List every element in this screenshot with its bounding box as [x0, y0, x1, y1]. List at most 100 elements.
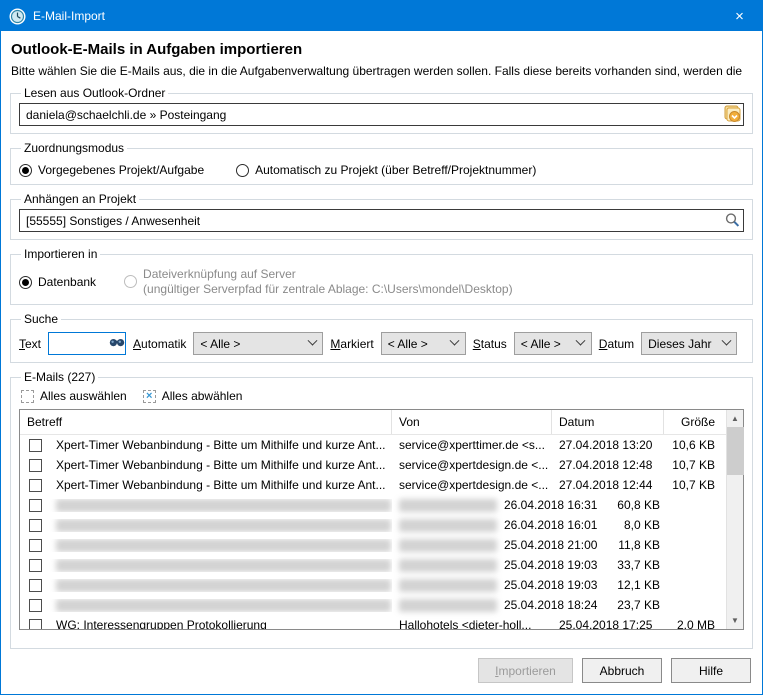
radio-circle[interactable]	[236, 164, 249, 177]
radio-circle	[124, 275, 137, 288]
row-checkbox[interactable]	[29, 599, 42, 612]
cell-groesse: 23,7 KB	[609, 598, 670, 612]
column-header-groesse[interactable]: Größe	[664, 410, 725, 434]
search-text-label: Text	[19, 337, 41, 351]
table-row[interactable]: 25.04.2018 19:03 33,7 KB	[20, 555, 726, 575]
status-value: < Alle >	[521, 337, 571, 351]
group-suche-label: Suche	[21, 312, 61, 326]
cell-datum: 27.04.2018 13:20	[552, 438, 664, 452]
select-all-label: Alles auswählen	[40, 389, 127, 403]
row-checkbox[interactable]	[29, 479, 42, 492]
page-subtitle: Bitte wählen Sie die E-Mails aus, die in…	[11, 64, 752, 78]
close-icon[interactable]: ×	[717, 1, 762, 31]
table-row[interactable]: 25.04.2018 18:24 23,7 KB	[20, 595, 726, 615]
datum-select[interactable]: Dieses Jahr	[641, 332, 737, 355]
cell-datum: 26.04.2018 16:01	[497, 518, 609, 532]
binoculars-icon[interactable]	[109, 336, 125, 351]
row-checkbox[interactable]	[29, 579, 42, 592]
table-row[interactable]: 26.04.2018 16:31 60,8 KB	[20, 495, 726, 515]
chevron-down-icon	[571, 333, 591, 354]
table-row[interactable]: 25.04.2018 21:00 11,8 KB	[20, 535, 726, 555]
markiert-value: < Alle >	[388, 337, 445, 351]
cell-betreff: Xpert-Timer Webanbindung - Bitte um Mith…	[56, 478, 385, 492]
help-button[interactable]: Hilfe	[671, 658, 751, 683]
outlook-folder-value: daniela@schaelchli.de » Posteingang	[26, 108, 721, 122]
table-row[interactable]: Xpert-Timer Webanbindung - Bitte um Mith…	[20, 455, 726, 475]
outlook-dropdown-icon[interactable]	[721, 104, 743, 125]
row-checkbox[interactable]	[29, 559, 42, 572]
group-zuordnungsmodus: Zuordnungsmodus Vorgegebenes Projekt/Auf…	[10, 141, 753, 185]
radio-label: Dateiverknüpfung auf Server	[143, 267, 296, 281]
cell-groesse: 2,0 MB	[664, 618, 725, 629]
outlook-folder-combo[interactable]: daniela@schaelchli.de » Posteingang	[19, 103, 744, 126]
table-row[interactable]: Xpert-Timer Webanbindung - Bitte um Mith…	[20, 475, 726, 495]
scrollbar-thumb[interactable]	[727, 427, 744, 475]
chevron-down-icon	[302, 333, 322, 354]
group-importieren-in-label: Importieren in	[21, 247, 100, 261]
column-header-datum[interactable]: Datum	[552, 410, 664, 434]
projekt-field[interactable]: [55555] Sonstiges / Anwesenheit	[19, 209, 744, 232]
cancel-button[interactable]: Abbruch	[582, 658, 662, 683]
radio-label: Datenbank	[38, 275, 96, 289]
window-title: E-Mail-Import	[33, 9, 105, 23]
search-text-input[interactable]	[49, 334, 109, 353]
cell-betreff	[56, 519, 391, 532]
import-button[interactable]: Importieren	[478, 658, 573, 683]
row-checkbox[interactable]	[29, 459, 42, 472]
cell-von: service@xpertdesign.de <...	[392, 478, 552, 492]
cell-von	[399, 579, 497, 592]
cell-von: service@xpertdesign.de <...	[392, 458, 552, 472]
titlebar[interactable]: E-Mail-Import ×	[1, 1, 762, 31]
deselect-all-checkbox[interactable]: × Alles abwählen	[143, 389, 243, 403]
datum-value: Dieses Jahr	[648, 337, 716, 351]
row-checkbox[interactable]	[29, 499, 42, 512]
vertical-scrollbar[interactable]: ▲ ▼	[726, 410, 743, 629]
table-row[interactable]: 25.04.2018 19:03 12,1 KB	[20, 575, 726, 595]
cell-groesse: 10,6 KB	[664, 438, 725, 452]
group-outlook-folder-label: Lesen aus Outlook-Ordner	[21, 86, 168, 100]
scrollbar-track[interactable]	[727, 427, 743, 612]
group-projekt: Anhängen an Projekt [55555] Sonstiges / …	[10, 192, 753, 240]
deselect-all-box-icon[interactable]: ×	[143, 390, 156, 403]
cell-datum: 25.04.2018 17:25	[552, 618, 664, 629]
markiert-select[interactable]: < Alle >	[381, 332, 466, 355]
cell-groesse: 10,7 KB	[664, 458, 725, 472]
automatik-label: Automatik	[133, 337, 186, 351]
row-checkbox[interactable]	[29, 619, 42, 630]
row-checkbox[interactable]	[29, 539, 42, 552]
table-row[interactable]: 26.04.2018 16:01 8,0 KB	[20, 515, 726, 535]
magnifier-icon[interactable]	[721, 210, 743, 231]
row-checkbox[interactable]	[29, 439, 42, 452]
automatik-select[interactable]: < Alle >	[193, 332, 323, 355]
radio-circle[interactable]	[19, 276, 32, 289]
email-table: Betreff Von Datum Größe Xpert-Timer Weba…	[19, 409, 744, 630]
column-header-von[interactable]: Von	[392, 410, 552, 434]
radio-circle[interactable]	[19, 164, 32, 177]
row-checkbox[interactable]	[29, 519, 42, 532]
status-label: Status	[473, 337, 507, 351]
cell-datum: 25.04.2018 21:00	[497, 538, 609, 552]
select-all-checkbox[interactable]: Alles auswählen	[21, 389, 127, 403]
cell-datum: 25.04.2018 19:03	[497, 558, 609, 572]
cell-betreff	[56, 599, 391, 612]
cell-groesse: 8,0 KB	[609, 518, 670, 532]
cell-datum: 27.04.2018 12:44	[552, 478, 664, 492]
cell-betreff	[56, 559, 391, 572]
search-text-inputbox[interactable]	[48, 332, 126, 355]
radio-vorgegebenes-projekt[interactable]: Vorgegebenes Projekt/Aufgabe	[19, 163, 204, 177]
cell-von: service@xperttimer.de <s...	[392, 438, 552, 452]
cell-groesse: 60,8 KB	[609, 498, 670, 512]
radio-label: Automatisch zu Projekt (über Betreff/Pro…	[255, 163, 536, 177]
status-select[interactable]: < Alle >	[514, 332, 592, 355]
table-row[interactable]: WG: Interessengruppen Protokollierung Ha…	[20, 615, 726, 629]
scroll-up-icon[interactable]: ▲	[727, 410, 744, 427]
group-projekt-label: Anhängen an Projekt	[21, 192, 139, 206]
table-row[interactable]: Xpert-Timer Webanbindung - Bitte um Mith…	[20, 435, 726, 455]
select-all-box-icon[interactable]	[21, 390, 34, 403]
radio-datenbank[interactable]: Datenbank	[19, 275, 96, 289]
scroll-down-icon[interactable]: ▼	[727, 612, 744, 629]
deselect-all-label: Alles abwählen	[162, 389, 243, 403]
radio-automatisch-zu-projekt[interactable]: Automatisch zu Projekt (über Betreff/Pro…	[236, 163, 536, 177]
column-header-betreff[interactable]: Betreff	[20, 410, 392, 434]
cell-von	[399, 559, 497, 572]
